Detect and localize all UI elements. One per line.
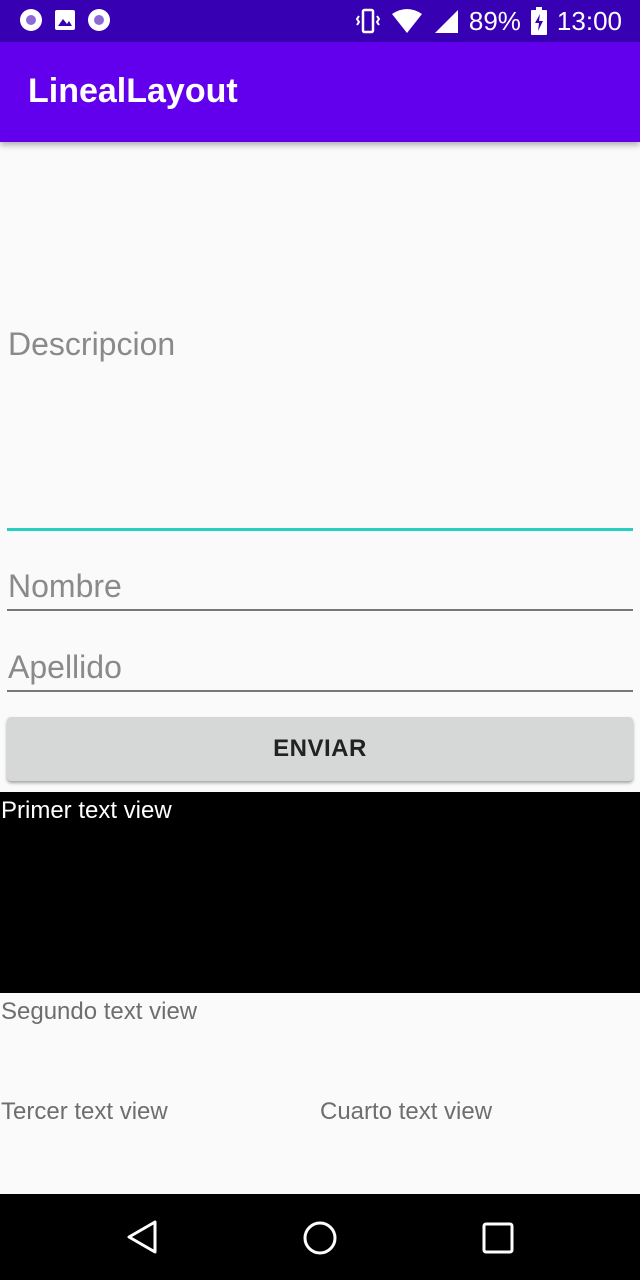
notification-dot-icon — [88, 9, 110, 31]
notification-icons — [20, 9, 110, 31]
nombre-underline — [7, 609, 633, 611]
segundo-text-view: Segundo text view — [1, 998, 198, 1025]
cuarto-text-view: Cuarto text view — [320, 1098, 493, 1125]
navigation-bar — [0, 1194, 640, 1280]
image-icon — [55, 10, 75, 30]
apellido-hint: Apellido — [8, 649, 122, 685]
primer-text-view-label: Primer text view — [1, 797, 172, 824]
battery-percent: 89% — [468, 6, 521, 36]
recents-icon[interactable] — [482, 1222, 514, 1254]
vibrate-icon — [355, 8, 381, 34]
apellido-underline — [7, 690, 633, 692]
descripcion-hint: Descripcion — [8, 326, 176, 362]
system-status: 89% 13:00 — [355, 6, 622, 36]
clock: 13:00 — [556, 6, 622, 36]
signal-icon — [434, 10, 458, 33]
app-bar: LinealLayout — [0, 42, 640, 142]
battery-charging-icon — [530, 7, 547, 35]
page-title: LinealLayout — [28, 72, 238, 110]
notification-dot-icon — [20, 9, 42, 31]
tercer-text-view: Tercer text view — [1, 1098, 168, 1125]
back-icon[interactable] — [126, 1219, 158, 1255]
home-icon[interactable] — [302, 1220, 338, 1256]
enviar-button[interactable]: ENVIAR — [7, 717, 633, 781]
status-bar: 89% 13:00 — [0, 0, 640, 42]
nombre-hint: Nombre — [8, 568, 122, 604]
wifi-icon — [391, 9, 422, 33]
descripcion-underline — [7, 528, 633, 531]
